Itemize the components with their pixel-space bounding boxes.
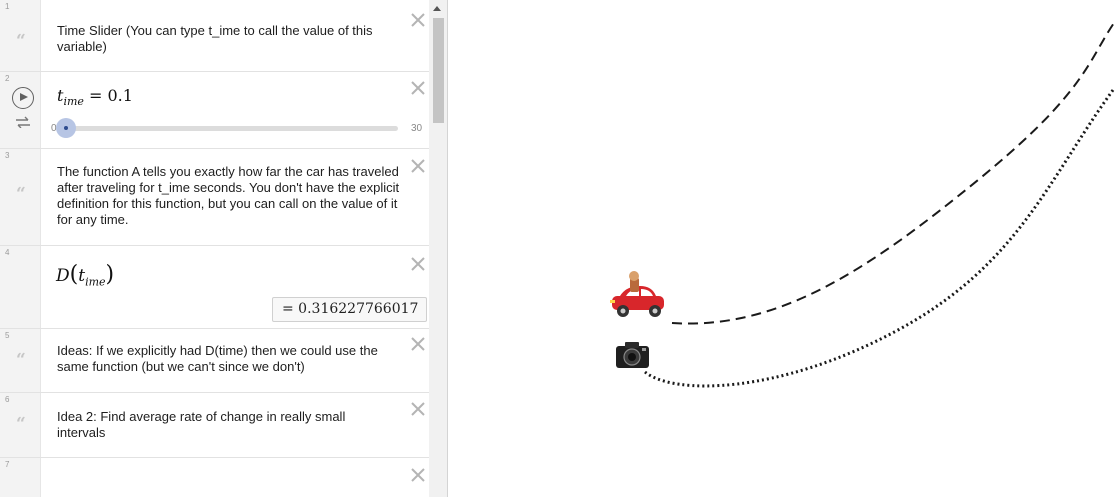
row-number: 7 bbox=[5, 460, 10, 469]
algebra-input-row[interactable]: 7 bbox=[0, 458, 429, 497]
slider-track[interactable] bbox=[65, 126, 398, 131]
close-icon[interactable] bbox=[410, 80, 426, 96]
algebra-row-1[interactable]: 1 “ Time Slider (You can type t_ime to c… bbox=[0, 0, 429, 72]
algebra-view: 1 “ Time Slider (You can type t_ime to c… bbox=[0, 0, 448, 497]
graphics-view[interactable] bbox=[448, 0, 1116, 497]
text-object[interactable]: The function A tells you exactly how far… bbox=[57, 164, 407, 228]
row-number: 6 bbox=[5, 395, 10, 404]
close-icon[interactable] bbox=[410, 256, 426, 272]
algebra-scrollbar[interactable] bbox=[429, 0, 447, 497]
text-object[interactable]: Time Slider (You can type t_ime to call … bbox=[57, 23, 402, 55]
row-gutter: 1 “ bbox=[0, 0, 41, 71]
row-number: 1 bbox=[5, 2, 10, 11]
text-quote-icon: “ bbox=[16, 184, 26, 204]
function-name: D bbox=[56, 266, 70, 286]
function-definition[interactable]: D(time) bbox=[56, 262, 114, 288]
row-number: 4 bbox=[5, 248, 10, 257]
row-gutter: 3 “ bbox=[0, 149, 41, 245]
camera-path-curve bbox=[644, 89, 1115, 388]
text-object[interactable]: Idea 2: Find average rate of change in r… bbox=[57, 409, 387, 441]
camera-icon bbox=[616, 342, 649, 368]
car-path-curve bbox=[671, 19, 1116, 325]
row-gutter: 5 “ bbox=[0, 329, 41, 392]
repeat-icon[interactable] bbox=[15, 115, 31, 129]
row-number: 3 bbox=[5, 151, 10, 160]
row-gutter: 4 bbox=[0, 246, 41, 328]
slider-value: = 0.1 bbox=[89, 86, 133, 105]
close-icon[interactable] bbox=[410, 401, 426, 417]
car-icon bbox=[610, 271, 664, 317]
open-paren: ( bbox=[69, 262, 79, 287]
row-gutter: 2 bbox=[0, 72, 41, 148]
row-number: 2 bbox=[5, 74, 10, 83]
algebra-row-6[interactable]: 6 “ Idea 2: Find average rate of change … bbox=[0, 393, 429, 458]
close-icon[interactable] bbox=[410, 12, 426, 28]
scrollbar-thumb[interactable] bbox=[433, 18, 444, 123]
play-icon[interactable] bbox=[12, 87, 34, 109]
text-object[interactable]: Ideas: If we explicitly had D(time) then… bbox=[57, 343, 407, 375]
close-icon[interactable] bbox=[410, 158, 426, 174]
text-quote-icon: “ bbox=[16, 31, 26, 51]
slider-variable-subscript: ime bbox=[63, 95, 84, 109]
slider-knob[interactable] bbox=[56, 118, 77, 138]
slider-definition[interactable]: time = 0.1 bbox=[57, 86, 133, 108]
row-gutter: 6 “ bbox=[0, 393, 41, 457]
close-icon[interactable] bbox=[410, 336, 426, 352]
text-quote-icon: “ bbox=[16, 414, 26, 434]
close-paren: ) bbox=[105, 262, 115, 287]
algebra-row-5[interactable]: 5 “ Ideas: If we explicitly had D(time) … bbox=[0, 329, 429, 393]
algebra-row-3[interactable]: 3 “ The function A tells you exactly how… bbox=[0, 149, 429, 246]
function-value-output: = 0.316227766017 bbox=[272, 297, 427, 322]
slider-max-label: 30 bbox=[411, 123, 423, 134]
row-number: 5 bbox=[5, 331, 10, 340]
scroll-up-arrow-icon[interactable] bbox=[433, 6, 441, 11]
function-argument-subscript: ime bbox=[85, 275, 106, 289]
text-quote-icon: “ bbox=[16, 350, 26, 370]
close-icon[interactable] bbox=[410, 467, 426, 483]
row-gutter: 7 bbox=[0, 458, 41, 497]
